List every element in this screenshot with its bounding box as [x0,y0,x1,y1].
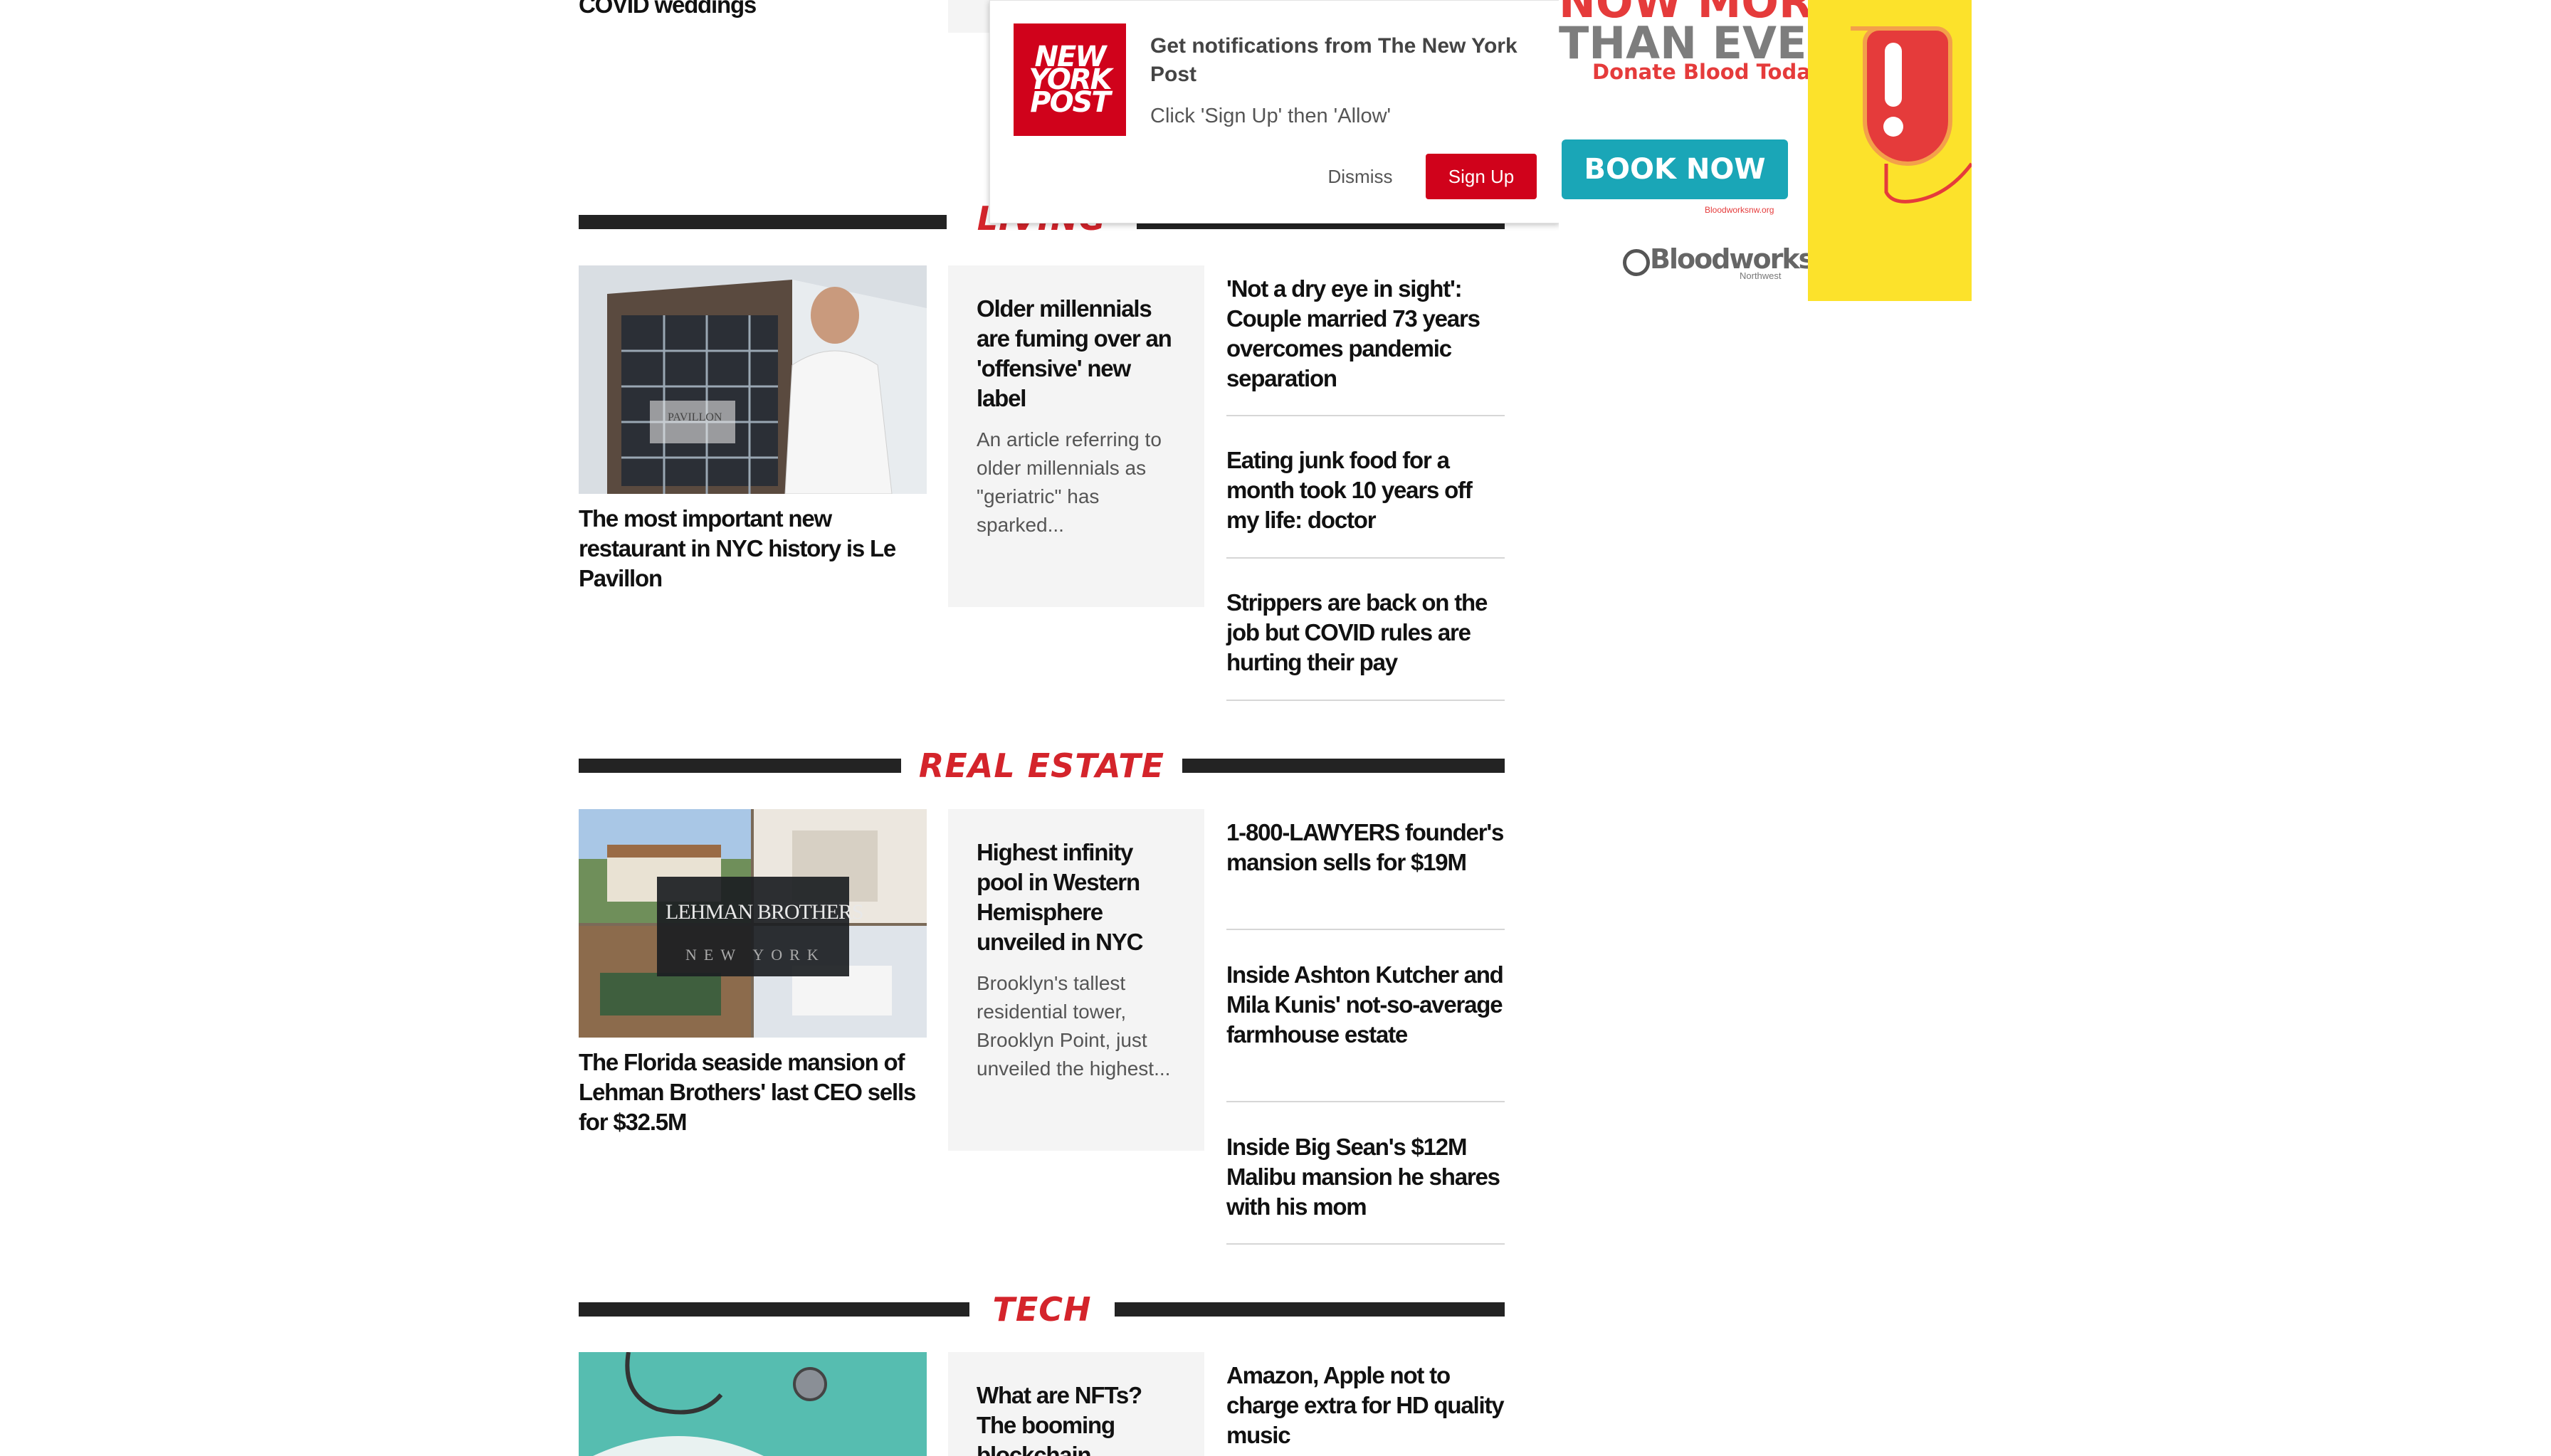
section-divider-right [1182,759,1505,773]
real-estate-card-excerpt: Brooklyn's tallest residential tower, Br… [977,972,1171,1080]
living-side-headline-3[interactable]: Strippers are back on the job but COVID … [1226,588,1505,677]
section-divider-left [579,1302,969,1317]
logo-line-3: POST [1030,86,1110,119]
section-title-real-estate[interactable]: REAL ESTATE [901,748,1182,784]
notification-subtitle: Click 'Sign Up' then 'Allow' [1150,105,1392,127]
notification-title: Get notifications from The New York Post [1150,34,1518,86]
sign-up-button[interactable]: Sign Up [1426,154,1537,199]
living-card-excerpt: An article referring to older millennial… [977,428,1162,536]
section-divider-left [579,215,947,229]
living-side-headline-1[interactable]: 'Not a dry eye in sight': Couple married… [1226,274,1505,394]
divider [1226,700,1505,701]
real-estate-side-headline-2[interactable]: Inside Ashton Kutcher and Mila Kunis' no… [1226,960,1505,1050]
section-divider-left [579,759,901,773]
ad-tagline: Donate Blood Today. [1592,60,1830,84]
living-card[interactable]: Older millennials are fuming over an 'of… [948,265,1204,607]
tech-side-headline-1[interactable]: Amazon, Apple not to charge extra for HD… [1226,1361,1505,1450]
lehman-sign-sub: NEW YORK [685,946,826,964]
lehman-sign: LEHMAN BROTHERS [666,900,864,924]
ad-brand-sub: Northwest [1740,270,1782,281]
dismiss-button[interactable]: Dismiss [1310,154,1410,199]
real-estate-card[interactable]: Highest infinity pool in Western Hemisph… [948,809,1204,1151]
tech-card[interactable]: What are NFTs? The booming blockchain [948,1352,1204,1456]
divider [1226,1243,1505,1245]
ad-yellow-panel [1808,0,1972,301]
nypost-logo: NEW YORK POST [1014,23,1126,136]
living-main-image[interactable]: PAVILLON [579,265,927,494]
ad-url: Bloodworksnw.org [1705,205,1774,215]
ad-brand: Bloodworks [1650,243,1814,275]
bloodworks-ad[interactable]: NOW MORE THAN EVER Donate Blood Today. B… [1559,0,1972,301]
section-title-tech[interactable]: TECH [969,1292,1115,1327]
section-divider-right [1115,1302,1505,1317]
divider [1226,929,1505,930]
divider [1226,1101,1505,1102]
tech-card-headline[interactable]: What are NFTs? The booming blockchain [977,1381,1183,1456]
prev-article-headline[interactable]: COVID weddings [579,0,927,20]
book-now-button[interactable]: BOOK NOW [1562,139,1788,199]
pavillon-sign: PAVILLON [668,411,722,423]
real-estate-main-headline[interactable]: The Florida seaside mansion of Lehman Br… [579,1048,931,1137]
push-notification-prompt: NEW YORK POST Get notifications from The… [989,0,1560,223]
divider [1226,557,1505,559]
living-card-headline[interactable]: Older millennials are fuming over an 'of… [977,294,1183,413]
real-estate-main-image[interactable]: LEHMAN BROTHERS NEW YORK [579,809,927,1038]
living-main-headline[interactable]: The most important new restaurant in NYC… [579,504,931,594]
bloodworks-logo-icon [1623,249,1650,276]
divider [1226,415,1505,416]
real-estate-side-headline-1[interactable]: 1-800-LAWYERS founder's mansion sells fo… [1226,818,1505,877]
real-estate-side-headline-3[interactable]: Inside Big Sean's $12M Malibu mansion he… [1226,1132,1505,1222]
tech-main-image[interactable] [579,1352,927,1456]
living-side-headline-2[interactable]: Eating junk food for a month took 10 yea… [1226,445,1505,535]
real-estate-card-headline[interactable]: Highest infinity pool in Western Hemisph… [977,838,1183,957]
